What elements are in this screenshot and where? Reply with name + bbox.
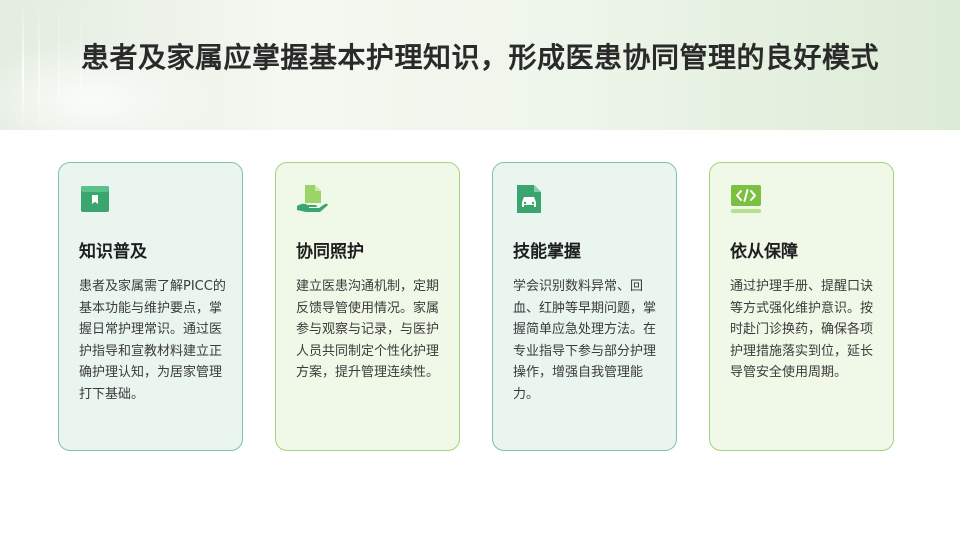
car-document-icon: [517, 185, 541, 213]
card-title: 协同照护: [296, 242, 364, 262]
card-row: 知识普及 患者及家属需了解PICC的基本功能与维护要点，掌握日常护理常识。通过医…: [58, 162, 894, 451]
card-knowledge: 知识普及 患者及家属需了解PICC的基本功能与维护要点，掌握日常护理常识。通过医…: [58, 162, 243, 451]
card-body: 通过护理手册、提醒口诀等方式强化维护意识。按时赴门诊换药，确保各项护理措施落实到…: [730, 279, 874, 380]
card-collaboration: 协同照护 建立医患沟通机制，定期反馈导管使用情况。家属参与观察与记录，与医护人员…: [275, 162, 460, 451]
card-title: 知识普及: [79, 242, 147, 262]
card-skills: 技能掌握 学会识别数料异常、回血、红肿等早期问题，掌握简单应急处理方法。在专业指…: [492, 162, 677, 451]
card-body: 患者及家属需了解PICC的基本功能与维护要点，掌握日常护理常识。通过医护指导和宣…: [79, 279, 226, 402]
card-title: 依从保障: [730, 242, 798, 262]
header-banner: 患者及家属应掌握基本护理知识，形成医患协同管理的良好模式: [0, 0, 960, 130]
page-title: 患者及家属应掌握基本护理知识，形成医患协同管理的良好模式: [80, 41, 879, 74]
hand-document-icon: [297, 185, 328, 212]
card-body: 建立医患沟通机制，定期反馈导管使用情况。家属参与观察与记录，与医护人员共同制定个…: [296, 279, 440, 380]
card-compliance: 依从保障 通过护理手册、提醒口诀等方式强化维护意识。按时赴门诊换药，确保各项护理…: [709, 162, 894, 451]
book-icon: [81, 186, 109, 212]
card-title: 技能掌握: [513, 242, 581, 262]
card-body: 学会识别数料异常、回血、红肿等早期问题，掌握简单应急处理方法。在专业指导下参与部…: [513, 279, 657, 402]
code-icon: [731, 185, 761, 213]
